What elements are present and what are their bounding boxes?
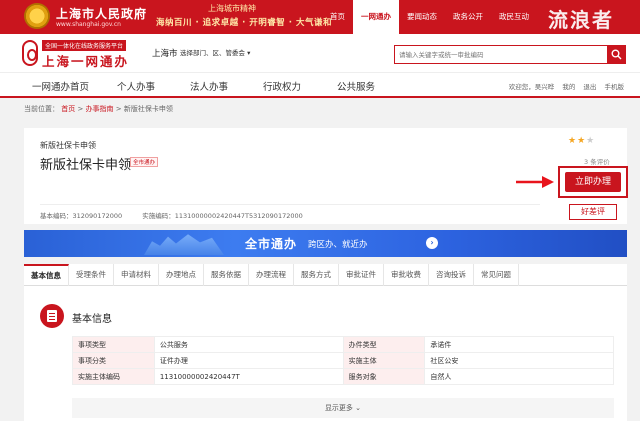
nav-corporate[interactable]: 法人办事 bbox=[190, 79, 228, 93]
card-divider bbox=[40, 204, 540, 205]
search-icon bbox=[611, 49, 622, 60]
top-nav: 首页 一网通办 要闻动态 政务公开 政民互动 bbox=[322, 0, 537, 34]
nav-home[interactable]: 一网通办首页 bbox=[32, 79, 89, 93]
welcome-text: 欢迎您，吴兴晔 bbox=[508, 83, 555, 91]
logo-subtitle: 全国一体化在线政务服务平台 bbox=[42, 40, 127, 51]
impl-code: 实施编码：11310000002420447T5312090172000 bbox=[142, 212, 303, 220]
table-label: 事项分类 bbox=[72, 352, 155, 369]
top-nav-home[interactable]: 首页 bbox=[322, 0, 353, 34]
chevron-down-icon: ⌄ bbox=[355, 404, 362, 412]
city-spirit-title: 上海城市精神 bbox=[208, 4, 256, 13]
tab-consult[interactable]: 咨询投诉 bbox=[429, 264, 474, 286]
mobile-link[interactable]: 手机版 bbox=[605, 83, 625, 91]
table-label: 实施主体 bbox=[342, 352, 426, 369]
nav-public-service[interactable]: 公共服务 bbox=[337, 79, 375, 93]
breadcrumb-label: 当前位置： bbox=[24, 105, 59, 113]
breadcrumb-sep: > bbox=[115, 105, 124, 113]
table-row: 事项分类 证件办理 实施主体 社区公安 bbox=[72, 352, 614, 369]
top-nav-interaction[interactable]: 政民互动 bbox=[491, 0, 537, 34]
apply-now-button[interactable]: 立即办理 bbox=[565, 172, 621, 192]
table-value: 承诺件 bbox=[424, 336, 614, 353]
basic-code: 基本编码：312090172000 bbox=[40, 212, 123, 220]
table-row: 事项类型 公共服务 办件类型 承诺件 bbox=[72, 336, 614, 353]
tab-faq[interactable]: 常见问题 bbox=[474, 264, 519, 286]
top-nav-news[interactable]: 要闻动态 bbox=[399, 0, 445, 34]
top-nav-gov-open[interactable]: 政务公开 bbox=[445, 0, 491, 34]
breadcrumb-current: 新版社保卡申领 bbox=[123, 105, 173, 113]
tab-basic-info[interactable]: 基本信息 bbox=[24, 264, 69, 286]
search-box bbox=[394, 45, 608, 64]
table-value: 自然人 bbox=[424, 368, 614, 385]
table-value: 社区公安 bbox=[424, 352, 614, 369]
table-row: 实施主体编码 11310000002420447T 服务对象 自然人 bbox=[72, 368, 614, 385]
table-value: 证件办理 bbox=[153, 352, 344, 369]
arrow-right-icon bbox=[516, 176, 554, 188]
tab-certificates[interactable]: 审批证件 bbox=[339, 264, 384, 286]
table-label: 办件类型 bbox=[342, 336, 426, 353]
search-button[interactable] bbox=[607, 45, 626, 64]
breadcrumb-home[interactable]: 首页 bbox=[61, 105, 75, 113]
item-codes: 基本编码：312090172000 实施编码：11310000002420447… bbox=[40, 210, 321, 220]
main-nav: 一网通办首页 个人办事 法人办事 行政权力 公共服务 欢迎您，吴兴晔 我的 退出… bbox=[0, 72, 640, 98]
star-filled-icon: ★ bbox=[568, 136, 578, 146]
watermark: 流浪者 bbox=[548, 8, 614, 32]
logo-title[interactable]: 上海一网通办 bbox=[42, 51, 129, 70]
breadcrumb: 当前位置： 首页 > 办事指南 > 新版社保卡申领 bbox=[24, 104, 173, 114]
basic-info-table: 事项类型 公共服务 办件类型 承诺件 事项分类 证件办理 实施主体 社区公安 实… bbox=[72, 336, 614, 385]
nav-admin-power[interactable]: 行政权力 bbox=[263, 79, 301, 93]
show-more-button[interactable]: 显示更多 ⌄ bbox=[72, 398, 614, 418]
tab-service-mode[interactable]: 服务方式 bbox=[294, 264, 339, 286]
table-value: 公共服务 bbox=[153, 336, 344, 353]
user-center-link[interactable]: 我的 bbox=[562, 83, 575, 91]
star-filled-icon: ★ bbox=[577, 136, 587, 146]
tab-fees[interactable]: 审批收费 bbox=[384, 264, 429, 286]
city-skyline-illustration bbox=[144, 234, 224, 255]
table-value: 11310000002420447T bbox=[153, 368, 344, 385]
citywide-badge: 全市通办 bbox=[130, 157, 159, 167]
tab-process[interactable]: 办理流程 bbox=[249, 264, 294, 286]
tab-conditions[interactable]: 受理条件 bbox=[69, 264, 114, 286]
user-area: 欢迎您，吴兴晔 我的 退出 手机版 bbox=[503, 81, 624, 91]
document-icon bbox=[40, 304, 64, 328]
gov-url: www.shanghai.gov.cn bbox=[56, 21, 121, 28]
city-spirit-text: 海纳百川 · 追求卓越 · 开明睿智 · 大气谦和 bbox=[156, 18, 332, 28]
star-empty-icon: ★ bbox=[586, 136, 596, 146]
table-label: 实施主体编码 bbox=[72, 368, 155, 385]
logout-link[interactable]: 退出 bbox=[583, 83, 596, 91]
item-card: 新版社保卡申领 新版社保卡申领 全市通办 ★★★ 3 条评价 立即办理 好差评 … bbox=[24, 128, 628, 224]
promo-banner[interactable]: 全市通办 跨区办、就近办 › bbox=[24, 230, 627, 257]
item-title: 新版社保卡申领 bbox=[40, 158, 132, 173]
gov-emblem-icon bbox=[24, 3, 50, 29]
region-select[interactable]: 选择部门、区、管委会 ▾ bbox=[180, 47, 250, 57]
promo-title: 全市通办 bbox=[245, 237, 298, 251]
breadcrumb-sep: > bbox=[77, 105, 86, 113]
review-button[interactable]: 好差评 bbox=[569, 204, 617, 220]
basic-info-title: 基本信息 bbox=[72, 314, 112, 325]
table-label: 事项类型 bbox=[72, 336, 155, 353]
table-label: 服务对象 bbox=[342, 368, 426, 385]
tab-locations[interactable]: 办理地点 bbox=[159, 264, 204, 286]
search-input[interactable] bbox=[395, 46, 607, 63]
city-label: 上海市 bbox=[152, 49, 178, 59]
rating-stars: ★★★ bbox=[568, 136, 595, 146]
item-small-title: 新版社保卡申领 bbox=[40, 141, 96, 150]
review-count[interactable]: 3 条评价 bbox=[584, 156, 610, 166]
show-more-label: 显示更多 bbox=[324, 404, 353, 412]
site-header: 全国一体化在线政务服务平台 上海一网通办 上海市 选择部门、区、管委会 ▾ bbox=[0, 34, 640, 72]
nav-personal[interactable]: 个人办事 bbox=[117, 79, 155, 93]
top-nav-yiwangtongban[interactable]: 一网通办 bbox=[353, 0, 399, 34]
gov-name: 上海市人民政府 bbox=[56, 7, 148, 21]
breadcrumb-guide[interactable]: 办事指南 bbox=[86, 105, 114, 113]
tab-basis[interactable]: 服务依据 bbox=[204, 264, 249, 286]
promo-subtitle: 跨区办、就近办 bbox=[308, 240, 368, 250]
top-banner: 上海市人民政府 www.shanghai.gov.cn 上海城市精神 海纳百川 … bbox=[0, 0, 640, 34]
basic-info-panel: 基本信息 事项类型 公共服务 办件类型 承诺件 事项分类 证件办理 实施主体 社… bbox=[24, 286, 627, 421]
chevron-right-icon[interactable]: › bbox=[426, 237, 438, 249]
logo-icon bbox=[22, 40, 38, 66]
info-tabs: 基本信息 受理条件 申请材料 办理地点 服务依据 办理流程 服务方式 审批证件 … bbox=[24, 264, 627, 286]
tab-materials[interactable]: 申请材料 bbox=[114, 264, 159, 286]
